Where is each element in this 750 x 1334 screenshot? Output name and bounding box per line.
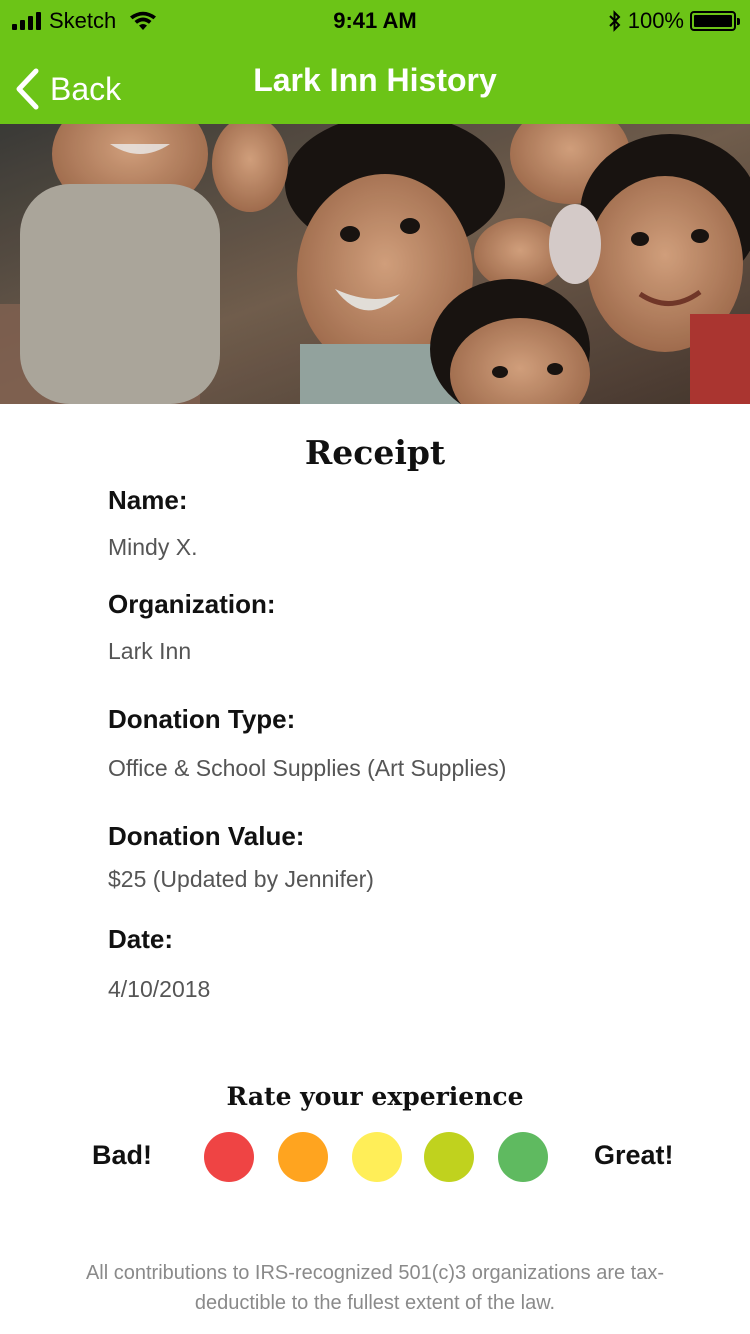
- status-bar: Sketch 9:41 AM 100%: [0, 0, 750, 42]
- page-title: Lark Inn History: [253, 62, 497, 98]
- bluetooth-icon: [609, 10, 621, 32]
- rating-high-label: Great!: [594, 1140, 674, 1170]
- tax-deductible-note: All contributions to IRS-recognized 501(…: [85, 1262, 665, 1314]
- children-photo: [0, 124, 750, 404]
- organization-label: Organization:: [108, 589, 276, 619]
- rating-option-1[interactable]: [204, 1132, 254, 1182]
- battery-percent: 100%: [627, 8, 684, 33]
- rating-low-label: Bad!: [92, 1140, 152, 1170]
- organization-value: Lark Inn: [108, 638, 192, 664]
- date-label: Date:: [108, 924, 174, 954]
- name-value: Mindy X.: [108, 534, 198, 560]
- rating-option-5[interactable]: [498, 1132, 548, 1182]
- date-value: 4/10/2018: [108, 976, 211, 1002]
- rating-option-4[interactable]: [424, 1132, 474, 1182]
- donation-type-value: Office & School Supplies (Art Supplies): [108, 755, 507, 781]
- battery-icon: [690, 11, 740, 31]
- rating-option-3[interactable]: [352, 1132, 402, 1182]
- donation-value-label: Donation Value:: [108, 821, 305, 851]
- receipt-title: Receipt: [304, 433, 446, 472]
- rating-option-2[interactable]: [278, 1132, 328, 1182]
- rate-experience-title: Rate your experience: [226, 1082, 524, 1111]
- donation-value-value: $25 (Updated by Jennifer): [108, 866, 374, 892]
- status-right: 100%: [608, 8, 740, 34]
- donation-type-label: Donation Type:: [108, 704, 296, 734]
- header: Sketch 9:41 AM 100% Back Lark Inn Histor…: [0, 0, 750, 124]
- nav-bar: Back Lark Inn History: [0, 42, 750, 124]
- hero-photo: [0, 124, 750, 404]
- name-label: Name:: [108, 485, 188, 515]
